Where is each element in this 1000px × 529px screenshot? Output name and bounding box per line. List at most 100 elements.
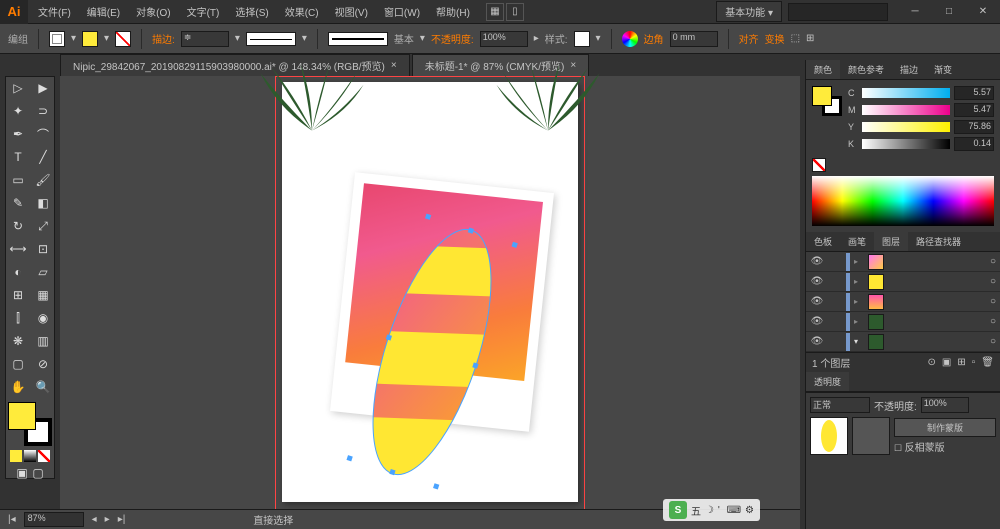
group-icon[interactable]: ⊞ bbox=[806, 33, 814, 44]
panel-tab-pathfinder[interactable]: 路径查找器 bbox=[908, 232, 969, 251]
scale-tool[interactable]: ⤢ bbox=[31, 215, 55, 237]
stroke-label[interactable]: 描边: bbox=[152, 31, 175, 46]
pencil-tool[interactable]: ✎ bbox=[6, 192, 30, 214]
visibility-icon[interactable]: 👁 bbox=[810, 275, 824, 289]
make-clip-icon[interactable]: ▣ bbox=[942, 357, 951, 368]
menu-select[interactable]: 选择(S) bbox=[227, 0, 276, 23]
layer-item[interactable]: 👁▸○ bbox=[806, 312, 1000, 332]
locate-icon[interactable]: ⊙ bbox=[928, 357, 936, 368]
slice-tool[interactable]: ⊘ bbox=[31, 353, 55, 375]
gradient-mode[interactable] bbox=[24, 450, 36, 462]
rotate-tool[interactable]: ↻ bbox=[6, 215, 30, 237]
dropdown-icon[interactable]: ▾ bbox=[104, 33, 109, 44]
magenta-value[interactable]: 5.47 bbox=[954, 103, 994, 117]
curvature-tool[interactable]: ⌒ bbox=[31, 123, 55, 145]
blend-mode-select[interactable]: 正常 bbox=[810, 397, 870, 413]
palm-leaves-right[interactable] bbox=[488, 62, 608, 142]
eyedropper-tool[interactable]: ⫿ bbox=[6, 307, 30, 329]
tab-close-icon[interactable]: × bbox=[391, 60, 397, 71]
magic-wand-tool[interactable]: ✦ bbox=[6, 100, 30, 122]
prev-artboard-icon[interactable]: ◂ bbox=[92, 514, 97, 525]
delete-layer-icon[interactable]: 🗑 bbox=[981, 357, 994, 368]
panel-tab-brushes[interactable]: 画笔 bbox=[840, 232, 874, 251]
maximize-icon[interactable]: □ bbox=[938, 5, 960, 19]
opacity-value-input[interactable]: 100% bbox=[921, 397, 969, 413]
first-artboard-icon[interactable]: |◂ bbox=[8, 514, 16, 525]
invert-mask-checkbox[interactable]: ☐ 反相蒙版 bbox=[894, 439, 996, 454]
opacity-label[interactable]: 不透明度: bbox=[431, 31, 474, 46]
no-color-swatch[interactable] bbox=[115, 31, 131, 47]
menu-object[interactable]: 对象(O) bbox=[128, 0, 178, 23]
menu-type[interactable]: 文字(T) bbox=[179, 0, 228, 23]
paintbrush-tool[interactable]: 🖌 bbox=[31, 169, 55, 191]
magenta-slider[interactable] bbox=[862, 105, 950, 115]
stroke-swatch[interactable] bbox=[82, 31, 98, 47]
stroke-weight-input[interactable]: ≑ bbox=[181, 31, 229, 47]
zoom-tool[interactable]: 🔍 bbox=[31, 376, 55, 398]
color-spectrum[interactable] bbox=[812, 176, 994, 226]
style-swatch[interactable] bbox=[574, 31, 590, 47]
direct-selection-tool[interactable]: ▶ bbox=[31, 77, 55, 99]
visibility-icon[interactable]: 👁 bbox=[810, 335, 824, 349]
selection-tool[interactable]: ▷ bbox=[6, 77, 30, 99]
search-input[interactable] bbox=[788, 3, 888, 21]
line-tool[interactable]: ╱ bbox=[31, 146, 55, 168]
ime-indicator[interactable]: S 五 ☽ ' ⌨ ⚙ bbox=[663, 499, 760, 521]
dropdown-icon[interactable]: ▾ bbox=[235, 33, 240, 44]
column-graph-tool[interactable]: ▥ bbox=[31, 330, 55, 352]
type-tool[interactable]: T bbox=[6, 146, 30, 168]
recolor-icon[interactable] bbox=[622, 31, 638, 47]
dropdown-icon[interactable]: ▸ bbox=[534, 33, 539, 44]
panel-tab-gradient[interactable]: 渐变 bbox=[926, 60, 960, 79]
visibility-icon[interactable]: 👁 bbox=[810, 255, 824, 269]
gradient-tool[interactable]: ▦ bbox=[31, 284, 55, 306]
symbol-sprayer-tool[interactable]: ❋ bbox=[6, 330, 30, 352]
layer-item[interactable]: 👁▾○ bbox=[806, 332, 1000, 352]
stroke-dash-select[interactable] bbox=[246, 32, 296, 46]
arrange-icon[interactable]: ▯ bbox=[506, 3, 524, 21]
hand-tool[interactable]: ✋ bbox=[6, 376, 30, 398]
brush-def-select[interactable] bbox=[328, 32, 388, 46]
dropdown-icon[interactable]: ▾ bbox=[596, 33, 601, 44]
layer-item[interactable]: 👁▸○ bbox=[806, 252, 1000, 272]
width-tool[interactable]: ⟷ bbox=[6, 238, 30, 260]
panel-tab-color-guide[interactable]: 颜色参考 bbox=[840, 60, 892, 79]
mesh-tool[interactable]: ⊞ bbox=[6, 284, 30, 306]
none-mode[interactable] bbox=[38, 450, 50, 462]
lasso-tool[interactable]: ⊃ bbox=[31, 100, 55, 122]
canvas-area[interactable] bbox=[60, 76, 800, 509]
make-mask-button[interactable]: 制作蒙版 bbox=[894, 418, 996, 437]
solid-color-mode[interactable] bbox=[10, 450, 22, 462]
panel-tab-stroke[interactable]: 描边 bbox=[892, 60, 926, 79]
fill-stroke-swatches[interactable] bbox=[8, 402, 52, 446]
black-value[interactable]: 0.14 bbox=[954, 137, 994, 151]
fill-color-swatch[interactable] bbox=[8, 402, 36, 430]
transform-label[interactable]: 变换 bbox=[765, 31, 785, 46]
align-label[interactable]: 对齐 bbox=[739, 31, 759, 46]
menu-effect[interactable]: 效果(C) bbox=[277, 0, 327, 23]
cyan-slider[interactable] bbox=[862, 88, 950, 98]
corner-label[interactable]: 边角 bbox=[644, 31, 664, 46]
panel-tab-color[interactable]: 颜色 bbox=[806, 60, 840, 79]
shape-builder-tool[interactable]: ◐ bbox=[6, 261, 30, 283]
artboard-tool[interactable]: ▢ bbox=[6, 353, 30, 375]
panel-fill-stroke[interactable] bbox=[812, 86, 842, 116]
none-swatch[interactable] bbox=[812, 158, 826, 172]
menu-file[interactable]: 文件(F) bbox=[30, 0, 79, 23]
perspective-tool[interactable]: ▱ bbox=[31, 261, 55, 283]
isolate-icon[interactable]: ⬚ bbox=[791, 33, 800, 44]
panel-tab-transparency[interactable]: 透明度 bbox=[806, 372, 849, 391]
minimize-icon[interactable]: ─ bbox=[904, 5, 926, 19]
pen-tool[interactable]: ✒ bbox=[6, 123, 30, 145]
dropdown-icon[interactable]: ▾ bbox=[71, 33, 76, 44]
last-artboard-icon[interactable]: ▸| bbox=[118, 514, 126, 525]
fill-swatch[interactable] bbox=[49, 31, 65, 47]
screen-mode-full[interactable]: ▢ bbox=[31, 466, 45, 480]
visibility-icon[interactable]: 👁 bbox=[810, 315, 824, 329]
layer-item[interactable]: 👁▸○ bbox=[806, 292, 1000, 312]
menu-view[interactable]: 视图(V) bbox=[327, 0, 376, 23]
yellow-slider[interactable] bbox=[862, 122, 950, 132]
corner-input[interactable]: 0 mm bbox=[670, 31, 718, 47]
mask-thumb[interactable] bbox=[852, 417, 890, 455]
black-slider[interactable] bbox=[862, 139, 950, 149]
